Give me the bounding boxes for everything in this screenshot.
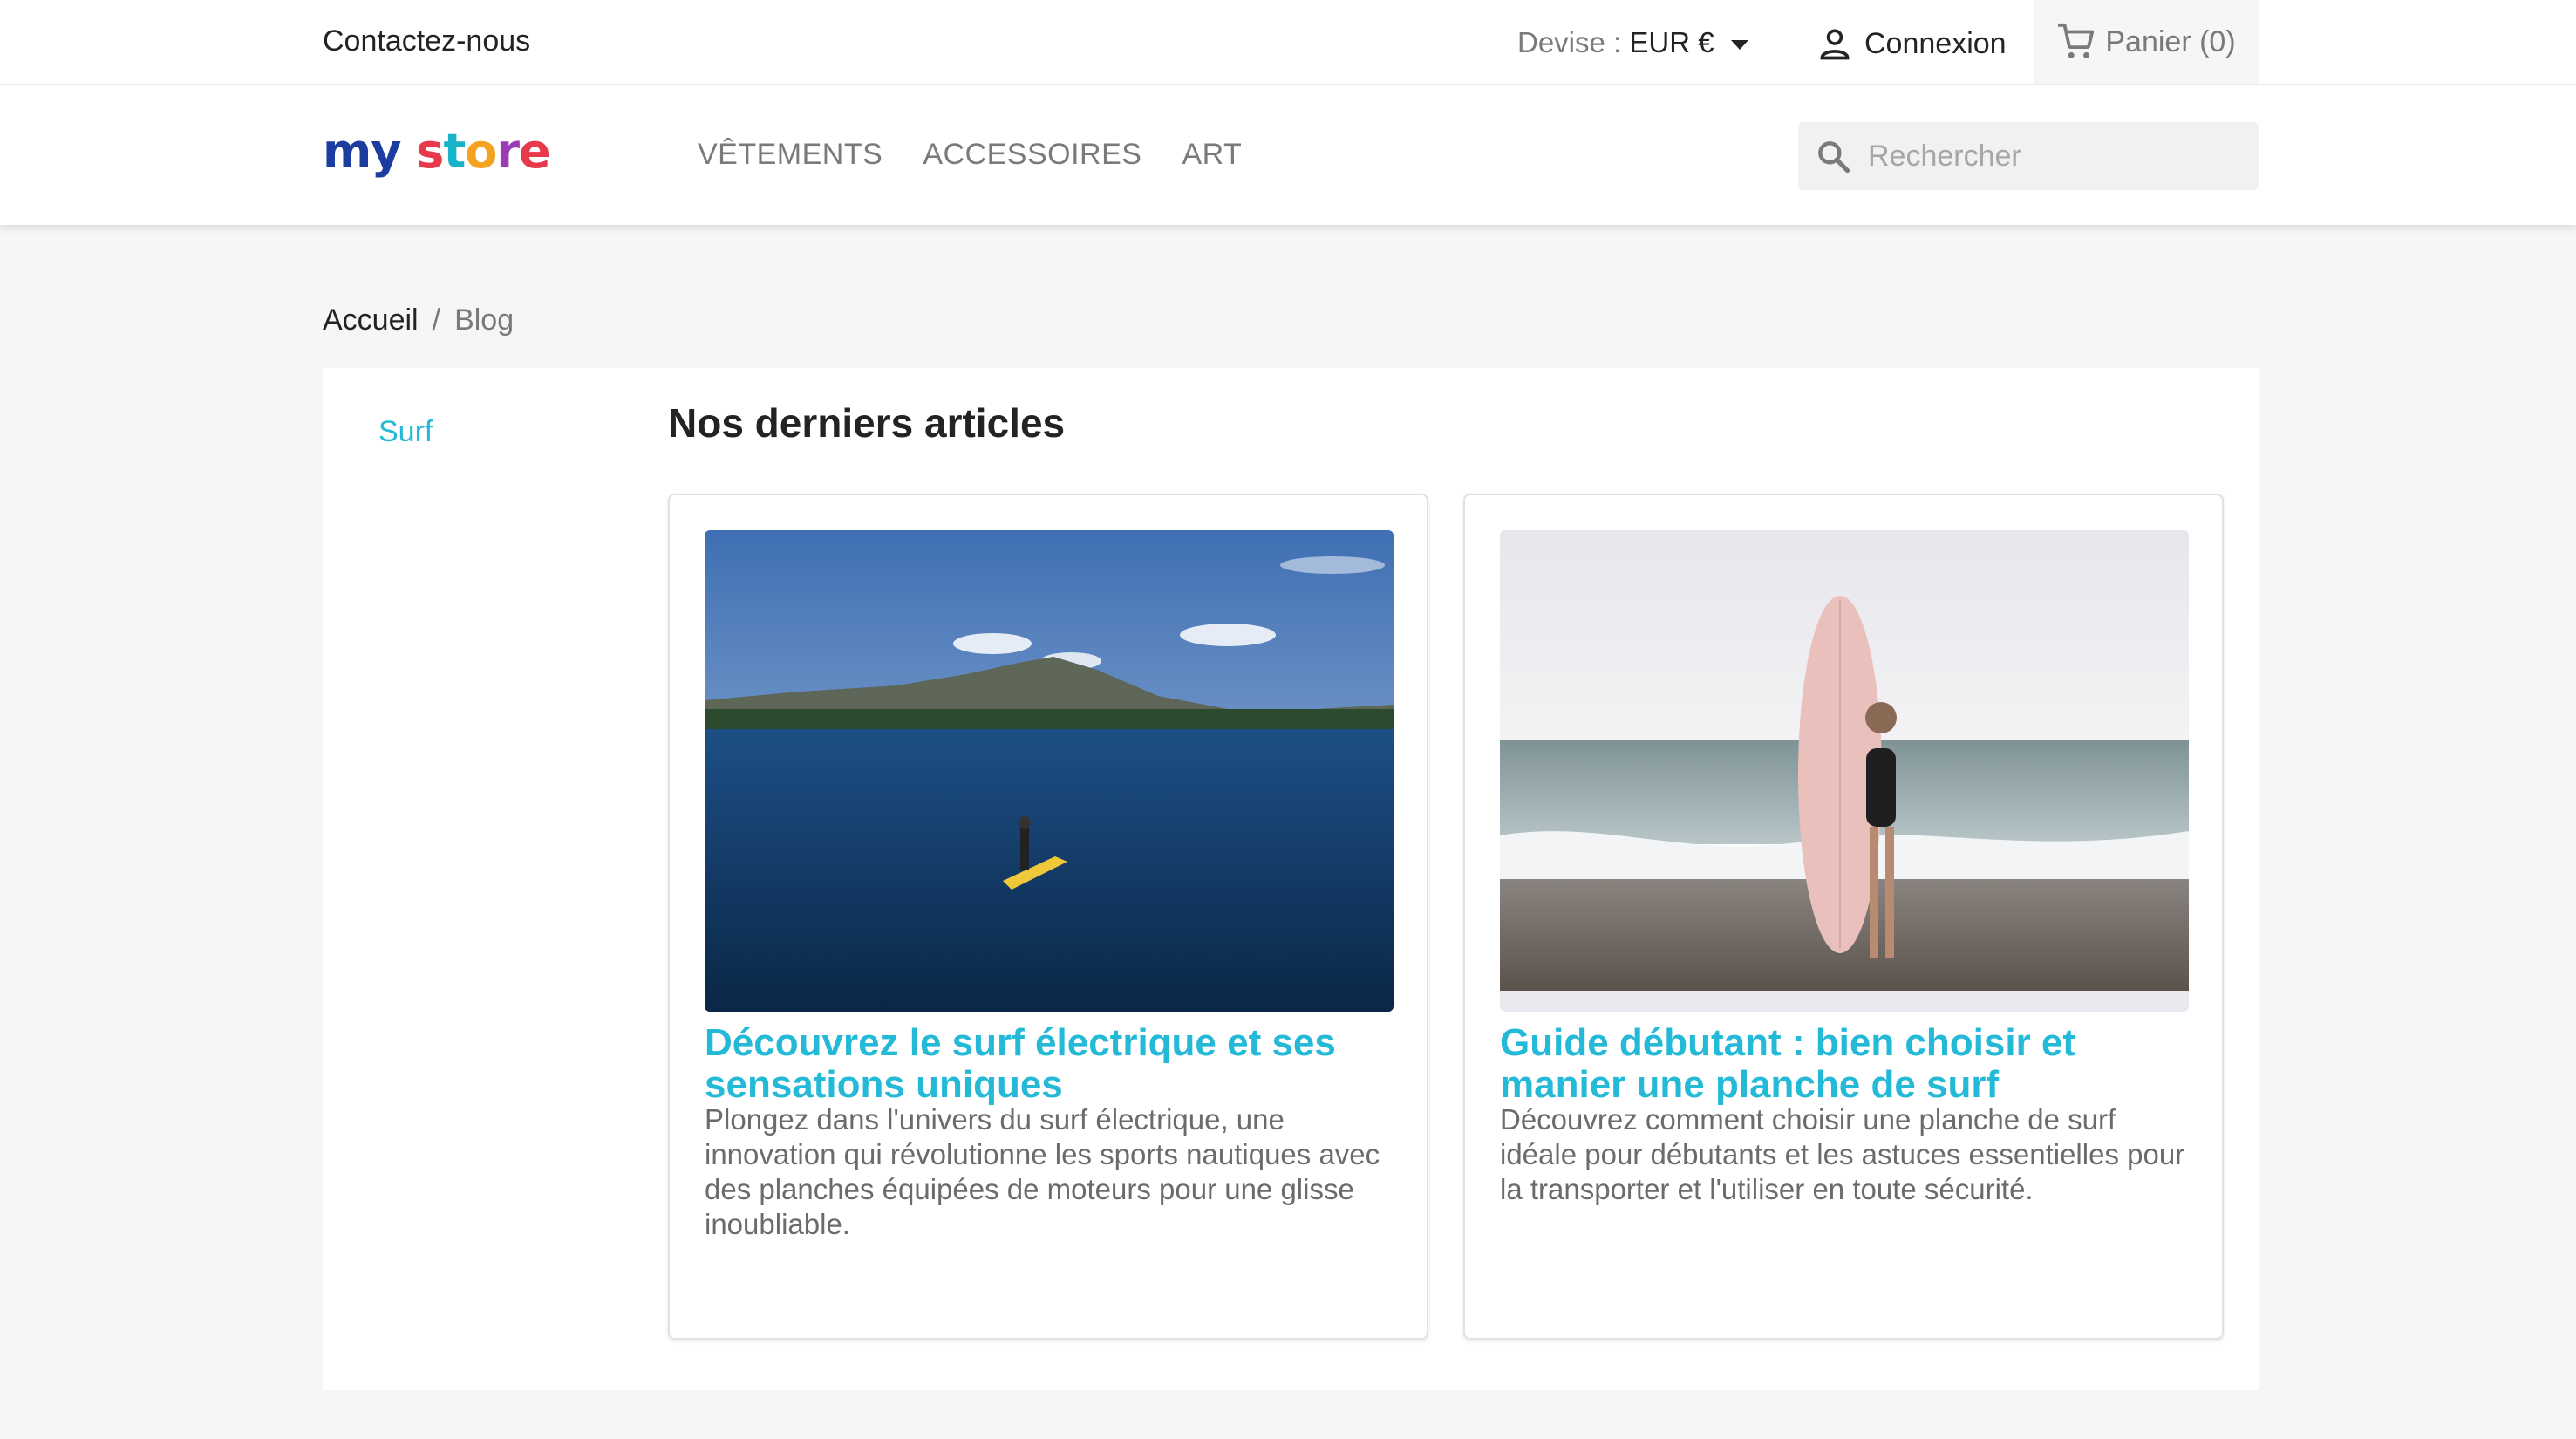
article-title[interactable]: Guide débutant : bien choisir et manier … (1500, 1022, 2189, 1106)
search-icon[interactable] (1814, 137, 1852, 175)
breadcrumb-separator: / (432, 303, 441, 337)
login-label: Connexion (1864, 26, 2007, 60)
site-header: my store VÊTEMENTS ACCESSOIRES ART (0, 85, 2576, 225)
article-excerpt: Plongez dans l'univers du surf électriqu… (705, 1103, 1380, 1240)
article-image-surf-electrique[interactable] (705, 530, 1394, 1012)
search-input[interactable] (1866, 138, 2236, 174)
article-card[interactable]: Découvrez le surf électrique et ses sens… (668, 494, 1428, 1340)
store-logo[interactable]: my store (323, 124, 551, 179)
sidebar-item-surf[interactable]: Surf (378, 415, 433, 449)
main-menu: VÊTEMENTS ACCESSOIRES ART (698, 138, 1242, 172)
menu-item-art[interactable]: ART (1182, 138, 1242, 172)
menu-item-accessoires[interactable]: ACCESSOIRES (923, 138, 1141, 172)
blog-panel: Surf Nos derniers articles Découvrez le … (323, 368, 2259, 1390)
breadcrumb-home[interactable]: Accueil (323, 303, 419, 337)
currency-label: Devise : (1517, 26, 1622, 58)
cart-label: Panier (0) (2105, 24, 2236, 58)
article-image-planche-surf[interactable] (1500, 530, 2189, 1012)
search-box (1798, 122, 2259, 190)
shopping-cart-icon (2058, 23, 2095, 58)
menu-item-vetements[interactable]: VÊTEMENTS (698, 138, 883, 172)
login-link[interactable]: Connexion (1816, 24, 2007, 63)
cart-link[interactable]: Panier (0) (2034, 0, 2259, 84)
contact-link[interactable]: Contactez-nous (323, 24, 530, 58)
page-title: Nos derniers articles (668, 400, 1066, 446)
breadcrumb: Accueil / Blog (323, 303, 514, 338)
currency-selector[interactable]: Devise : EUR € (1517, 26, 1748, 59)
currency-value: EUR € (1629, 26, 1714, 58)
article-title[interactable]: Découvrez le surf électrique et ses sens… (705, 1022, 1394, 1106)
article-card[interactable]: Guide débutant : bien choisir et manier … (1463, 494, 2224, 1340)
person-icon (1820, 29, 1850, 60)
caret-down-icon (1730, 39, 1748, 50)
breadcrumb-current: Blog (454, 303, 515, 337)
top-nav-bar: Contactez-nous Devise : EUR € Connexion … (0, 0, 2576, 85)
article-excerpt: Découvrez comment choisir une planche de… (1500, 1103, 2185, 1205)
